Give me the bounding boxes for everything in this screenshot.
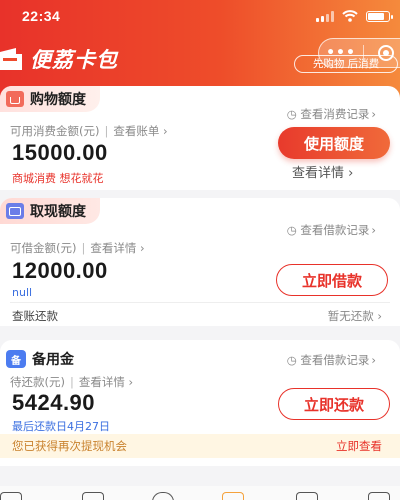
wallet-logo-icon — [0, 48, 22, 70]
nav-item-2-icon[interactable] — [82, 492, 104, 500]
shopping-detail-link[interactable]: 查看详情 › — [292, 162, 353, 181]
due-amount-row: 待还款(元) | 查看详情 › — [10, 375, 134, 389]
wallet-icon — [6, 203, 24, 219]
repay-now-button[interactable]: 立即还款 — [278, 388, 390, 420]
signal-icon — [316, 10, 334, 22]
clock-icon: ◷ — [286, 223, 301, 237]
cash-amount: 12000.00 — [12, 258, 108, 283]
borrow-now-button[interactable]: 立即借款 — [276, 264, 388, 296]
banner-text: 您已获得再次提现机会 — [12, 439, 127, 453]
shopping-amount: 15000.00 — [12, 140, 108, 165]
cash-detail-link[interactable]: 查看详情 — [90, 241, 136, 255]
bill-link[interactable]: 查看账单 — [113, 124, 159, 138]
battery-icon — [366, 10, 393, 22]
app-name: 便荔卡包 — [30, 48, 118, 72]
borrow-record-link[interactable]: ◷ 查看借款记录 › — [287, 222, 376, 238]
reserve-detail-link[interactable]: 查看详情 — [79, 375, 125, 389]
wifi-icon — [342, 10, 358, 22]
consumption-record-link[interactable]: ◷ 查看消费记录 › — [287, 106, 376, 122]
status-time: 22:34 — [22, 8, 61, 24]
cash-note: null — [12, 286, 33, 299]
clock-icon: ◷ — [286, 107, 301, 121]
reserve-icon: 备 — [6, 350, 26, 368]
repay-status: 暂无还款 › — [327, 309, 382, 323]
cash-quota-title: 取现额度 — [0, 198, 100, 224]
last-repay-date: 最后还款日4月27日 — [12, 420, 110, 433]
reserve-record-link[interactable]: ◷ 查看借款记录 › — [287, 352, 376, 368]
cash-divider — [10, 302, 390, 303]
cash-quota-card: 取现额度 ◷ 查看借款记录 › 可借金额(元) | 查看详情 › 12000.00 n… — [0, 198, 400, 326]
shopping-tagline: 商城消费 想花就花 — [12, 172, 104, 185]
reserve-fund-title: 备 备用金 — [0, 346, 88, 372]
shopping-quota-title: 购物额度 — [0, 86, 100, 112]
clock-icon: ◷ — [286, 353, 301, 367]
withdraw-chance-banner[interactable]: 您已获得再次提现机会 立即查看 — [0, 434, 400, 458]
nav-item-4-icon[interactable] — [222, 492, 244, 500]
slogan-badge: 先购物 后消费 — [294, 55, 398, 73]
shopping-bag-icon — [6, 91, 24, 107]
banner-view-link[interactable]: 立即查看 — [336, 438, 382, 454]
bottom-nav — [0, 486, 400, 500]
shopping-quota-card: 购物额度 ◷ 查看消费记录 › 可用消费金额(元) | 查看账单 › 15000.00… — [0, 86, 400, 190]
borrowable-amount-row: 可借金额(元) | 查看详情 › — [10, 241, 145, 255]
available-amount-row: 可用消费金额(元) | 查看账单 › — [10, 124, 168, 138]
nav-item-3-icon[interactable] — [152, 492, 174, 500]
nav-item-1-icon[interactable] — [0, 492, 22, 500]
nav-item-6-icon[interactable] — [368, 492, 390, 500]
status-bar: 22:34 — [0, 0, 400, 34]
reserve-amount: 5424.90 — [12, 390, 96, 415]
app-logo: 便荔卡包 — [0, 44, 118, 74]
nav-item-5-icon[interactable] — [296, 492, 318, 500]
bill-repay-link[interactable]: 查账还款 — [12, 308, 58, 324]
status-icons — [316, 10, 393, 22]
use-quota-button[interactable]: 使用额度 — [278, 127, 390, 159]
